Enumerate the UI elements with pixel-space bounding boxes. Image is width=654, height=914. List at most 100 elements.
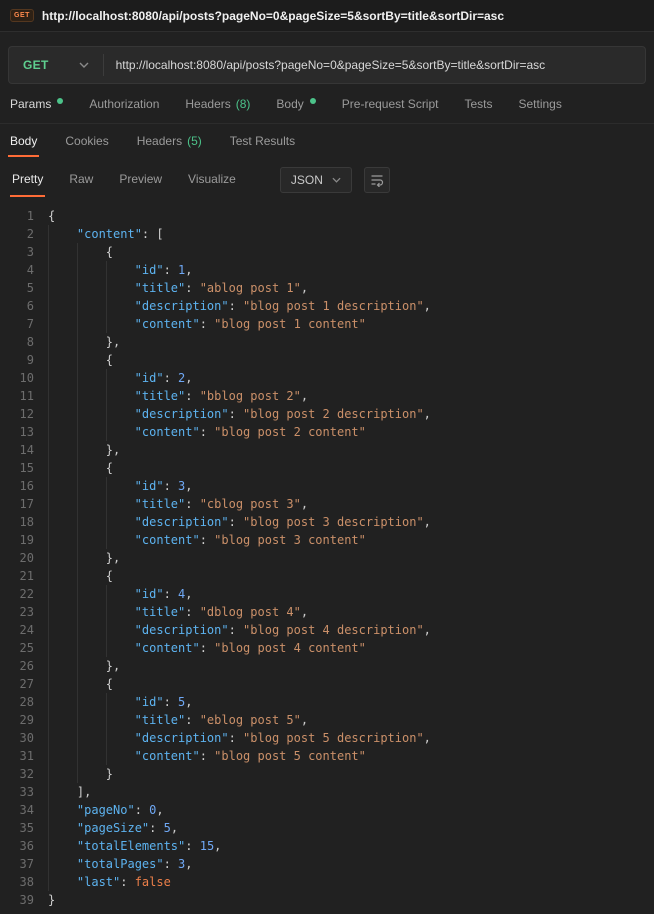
code-text: { [48,675,113,693]
tab-settings[interactable]: Settings [519,97,562,111]
indent-guide [48,243,77,261]
line-number: 5 [26,281,34,295]
code-text: } [48,893,56,907]
indent-guide [105,423,135,441]
indent-guide [105,747,135,765]
code-text: "totalPages": 3, [48,855,193,873]
tab-body[interactable]: Body [276,96,316,111]
response-headers-count: (5) [187,134,202,148]
indent-guide [105,279,135,297]
response-view-toolbar: Pretty Raw Preview Visualize JSON [0,158,654,202]
code-line: 14}, [0,441,654,459]
code-text: "title": "eblog post 5", [48,711,308,729]
view-tab-pretty[interactable]: Pretty [10,163,46,197]
code-line: 32} [0,765,654,783]
tab-params[interactable]: Params [10,96,64,111]
code-text: }, [48,549,120,567]
response-tab-cookies[interactable]: Cookies [63,125,110,157]
code-line: 26}, [0,657,654,675]
indent-guide [48,675,77,693]
code-text: "content": "blog post 3 content" [48,531,366,549]
indent-guide [105,693,135,711]
code-line: 39} [0,891,654,909]
tab-tests[interactable]: Tests [464,97,492,111]
indent-guide [105,603,135,621]
response-tab-test-results[interactable]: Test Results [228,125,297,157]
line-number: 11 [19,389,34,403]
response-tab-headers[interactable]: Headers (5) [135,125,204,157]
code-line: 36 "totalElements": 15, [0,837,654,855]
format-dropdown[interactable]: JSON [279,167,352,193]
tab-pre-request-script[interactable]: Pre-request Script [342,97,439,111]
response-tabs: Body Cookies Headers (5) Test Results [0,124,654,158]
line-number: 37 [19,857,34,871]
indent-guide [76,369,106,387]
indent-guide [76,279,106,297]
indent-guide [48,279,77,297]
line-number: 18 [19,515,34,529]
code-line: 37 "totalPages": 3, [0,855,654,873]
code-line: 35 "pageSize": 5, [0,819,654,837]
code-line: 28 "id": 5, [0,693,654,711]
indent-guide [76,351,106,369]
response-tab-body[interactable]: Body [8,125,40,157]
response-body-editor[interactable]: 1{2 "content": [3{4 "id": 1, 5 "title": "abl… [0,202,654,914]
line-number: 17 [19,497,34,511]
indent-guide [76,729,106,747]
indent-guide [76,297,106,315]
tab-label: Tests [464,96,493,111]
code-text: "pageNo": 0, [48,801,164,819]
line-number: 34 [19,803,34,817]
tab-label: Pre-request Script [341,96,439,111]
line-number: 24 [19,623,34,637]
indent-guide [76,747,106,765]
tab-label: Params [10,96,52,111]
request-tab[interactable]: GET http://localhost:8080/api/posts?page… [10,9,504,23]
view-tab-preview[interactable]: Preview [117,163,164,197]
method-selector[interactable]: GET [9,47,103,83]
indent-guide [76,243,106,261]
indent-guide [48,711,77,729]
code-text: "content": "blog post 4 content" [48,639,366,657]
code-text: { [48,567,113,585]
indent-guide [48,819,77,837]
wrap-lines-button[interactable] [363,167,390,193]
line-number: 30 [19,731,34,745]
view-tab-visualize[interactable]: Visualize [186,163,238,197]
code-line: 6 "description": "blog post 1 description… [0,297,654,315]
url-input[interactable] [103,47,645,83]
line-number: 33 [19,785,34,799]
indent-guide [105,369,135,387]
tab-headers[interactable]: Headers (8) [185,97,250,111]
indent-guide [48,549,77,567]
indent-guide [105,513,135,531]
indent-guide [48,333,77,351]
view-tab-raw[interactable]: Raw [67,163,95,197]
request-method-icon: GET [10,9,34,22]
line-number: 4 [26,263,34,277]
indent-guide [76,333,106,351]
code-text: { [48,209,56,223]
indent-guide [105,729,135,747]
tab-label: Body [276,96,304,111]
line-number: 10 [19,371,34,385]
indent-guide [105,315,135,333]
code-line: 13 "content": "blog post 2 content" [0,423,654,441]
code-line: 21 { [0,567,654,585]
indent-guide [76,765,106,783]
code-line: 17 "title": "cblog post 3", [0,495,654,513]
indent-guide [48,315,77,333]
indent-guide [76,315,106,333]
tab-authorization[interactable]: Authorization [89,97,159,111]
indent-guide [76,531,106,549]
chevron-down-icon [79,62,89,68]
code-text: "title": "dblog post 4", [48,603,308,621]
request-tabs: Params Authorization Headers (8) Body Pre… [0,84,654,124]
code-text: { [48,351,113,369]
code-line: 20}, [0,549,654,567]
indent-guide [48,459,77,477]
wrap-lines-icon [371,175,383,187]
indent-guide [76,513,106,531]
code-line: 22 "id": 4, [0,585,654,603]
indent-guide [48,405,77,423]
